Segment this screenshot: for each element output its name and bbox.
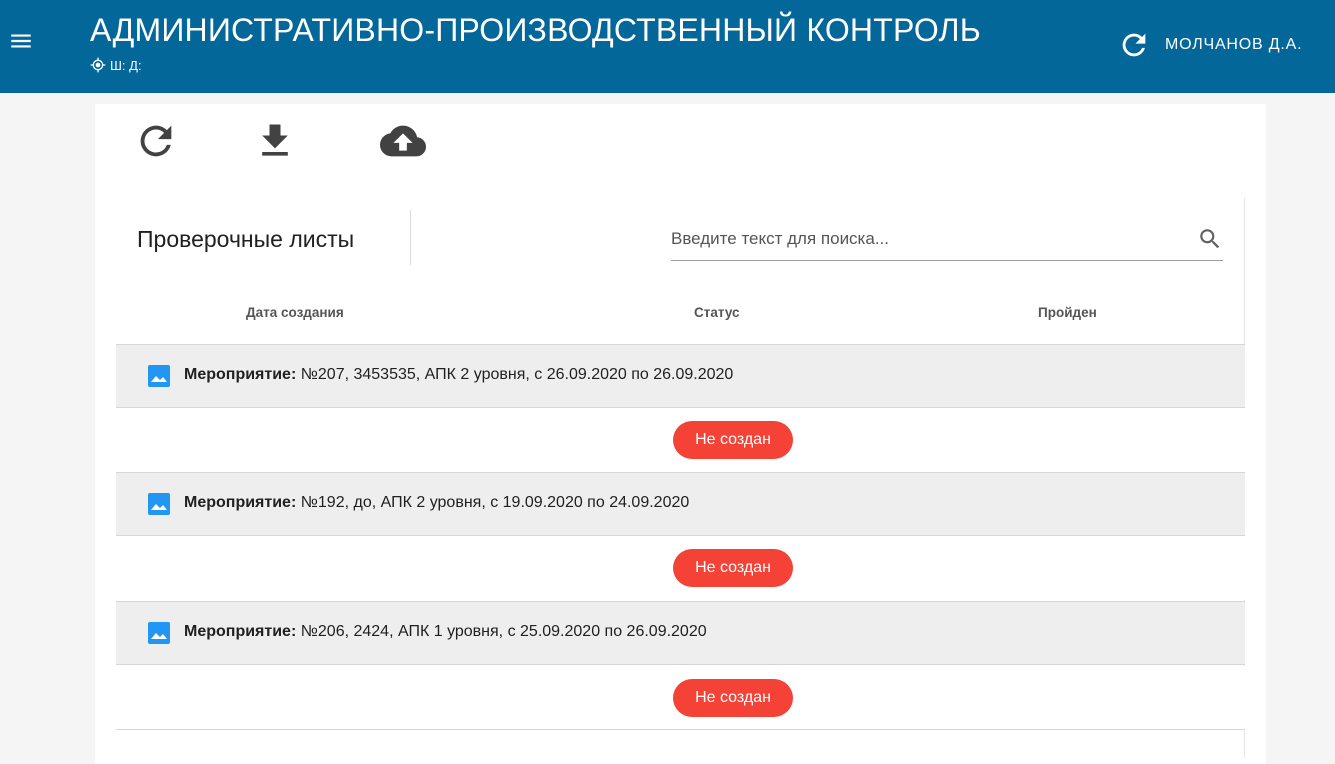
checklists-panel: Проверочные листы Дата создания Статус П…: [116, 198, 1245, 758]
user-name[interactable]: МОЛЧАНОВ Д.А.: [1165, 36, 1302, 54]
event-label: Мероприятие: №206, 2424, АПК 1 уровня, с…: [184, 623, 707, 640]
table-row[interactable]: Не создан: [116, 666, 1245, 730]
subtitle-text: Ш: Д:: [110, 57, 142, 73]
search-icon[interactable]: [1197, 226, 1223, 252]
table-row[interactable]: Не создан: [116, 408, 1245, 472]
status-badge[interactable]: Не создан: [673, 679, 793, 717]
event-group-row[interactable]: Мероприятие: №192, до, АПК 2 уровня, с 1…: [116, 472, 1245, 536]
status-badge[interactable]: Не создан: [673, 549, 793, 587]
event-group-row[interactable]: Мероприятие: №207, 3453535, АПК 2 уровня…: [116, 344, 1245, 408]
location-subtitle: Ш: Д:: [90, 57, 142, 73]
event-label: Мероприятие: №207, 3453535, АПК 2 уровня…: [184, 366, 734, 383]
event-group-row[interactable]: Мероприятие: №206, 2424, АПК 1 уровня, с…: [116, 601, 1245, 665]
refresh-icon[interactable]: [133, 118, 179, 164]
refresh-icon[interactable]: [1117, 28, 1151, 62]
search-input[interactable]: [671, 224, 1171, 254]
event-label: Мероприятие: №192, до, АПК 2 уровня, с 1…: [184, 494, 690, 511]
download-icon[interactable]: [253, 118, 297, 164]
column-header-status[interactable]: Статус: [694, 305, 740, 320]
crosshair-icon: [90, 57, 106, 73]
app-title: АДМИНИСТРАТИВНО-ПРОИЗВОДСТВЕННЫЙ КОНТРОЛ…: [90, 12, 981, 48]
app-bar: АДМИНИСТРАТИВНО-ПРОИЗВОДСТВЕННЫЙ КОНТРОЛ…: [0, 0, 1335, 93]
image-icon: [148, 622, 170, 644]
search-box: [671, 218, 1223, 261]
table-row[interactable]: Не создан: [116, 536, 1245, 600]
status-badge[interactable]: Не создан: [673, 421, 793, 459]
title-divider: [410, 210, 411, 265]
image-icon: [148, 365, 170, 387]
column-header-passed[interactable]: Пройден: [1038, 305, 1097, 320]
image-icon: [148, 493, 170, 515]
column-header-created[interactable]: Дата создания: [246, 305, 344, 320]
menu-icon[interactable]: [8, 28, 34, 54]
cloud-upload-icon[interactable]: [373, 118, 433, 164]
panel-title: Проверочные листы: [137, 226, 355, 252]
